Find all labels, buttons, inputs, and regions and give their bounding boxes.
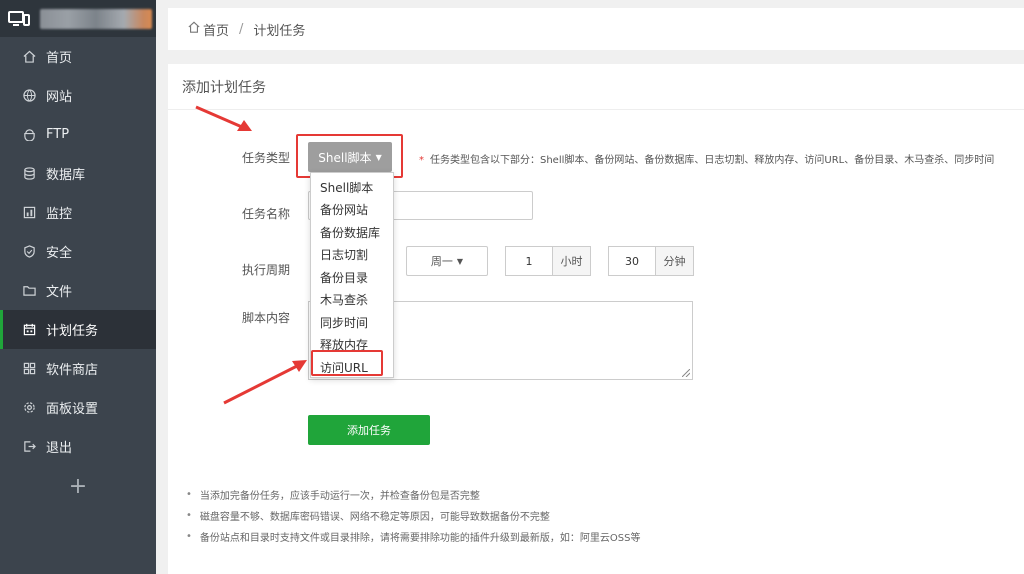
sidebar-item-label: FTP [46, 127, 70, 142]
server-logo-icon [8, 10, 30, 27]
sidebar-item-monitor[interactable]: 监控 [0, 193, 156, 232]
home-icon [22, 50, 36, 64]
dropdown-option-backup-site[interactable]: 备份网站 [311, 199, 393, 222]
logout-icon [22, 440, 36, 454]
highlight-box-url [311, 350, 383, 376]
sidebar-item-label: 软件商店 [46, 363, 99, 378]
sidebar-item-database[interactable]: 数据库 [0, 154, 156, 193]
server-address-blurred [40, 8, 152, 29]
add-task-button[interactable]: 添加任务 [308, 415, 430, 445]
card-title: 添加计划任务 [168, 64, 1024, 110]
globe-icon [22, 89, 36, 103]
sidebar-item-label: 文件 [46, 285, 73, 300]
sidebar-item-logout[interactable]: 退出 [0, 427, 156, 466]
note-item: 当添加完备份任务，应该手动运行一次，并检查备份包是否完整 [186, 484, 640, 505]
task-type-label: 任务类型 [242, 151, 291, 165]
add-shortcut-button[interactable]: + [0, 468, 156, 504]
grid-icon [22, 362, 36, 376]
sidebar-item-label: 监控 [46, 207, 73, 222]
add-task-card: 添加计划任务 任务类型 Shell脚本 ▼ * 任务类型包含以下部分：Shell脚本… [168, 64, 1024, 574]
task-name-label: 任务名称 [242, 207, 291, 221]
period-hour-input[interactable]: 1 [505, 246, 553, 276]
sidebar-item-label: 计划任务 [46, 324, 99, 339]
sidebar-item-label: 网站 [46, 90, 73, 105]
sidebar-item-settings[interactable]: 面板设置 [0, 388, 156, 427]
calendar-icon [22, 323, 36, 337]
note-item: 磁盘容量不够、数据库密码错误、网络不稳定等原因，可能导致数据备份不完整 [186, 505, 640, 526]
monitor-icon [22, 206, 36, 220]
shield-icon [22, 245, 36, 259]
sidebar-item-files[interactable]: 文件 [0, 271, 156, 310]
database-icon [22, 167, 36, 181]
period-hour-unit: 小时 [552, 246, 591, 276]
period-label: 执行周期 [242, 263, 291, 277]
notes-list: 当添加完备份任务，应该手动运行一次，并检查备份包是否完整 磁盘容量不够、数据库密… [186, 484, 641, 547]
gear-icon [22, 401, 36, 415]
dropdown-option-trojan-scan[interactable]: 木马查杀 [311, 289, 393, 312]
breadcrumb-current: 计划任务 [253, 23, 306, 39]
dropdown-option-backup-dir[interactable]: 备份目录 [311, 266, 393, 289]
sidebar-item-security[interactable]: 安全 [0, 232, 156, 271]
period-minute-input[interactable]: 30 [608, 246, 656, 276]
sidebar-item-label: 安全 [46, 246, 73, 261]
task-type-hint: * 任务类型包含以下部分：Shell脚本、备份网站、备份数据库、日志切割、释放内存… [419, 151, 994, 166]
required-star: * [419, 155, 424, 166]
home-icon [188, 21, 200, 37]
note-item: 备份站点和目录时支持文件或目录排除，请将需要排除功能的插件升级到最新版，如：阿里… [186, 526, 641, 547]
main-content: 首页 / 计划任务 添加计划任务 任务类型 Shell脚本 ▼ * 任务类型包含以下… [168, 8, 1024, 574]
task-type-dropdown: Shell脚本 备份网站 备份数据库 日志切割 备份目录 木马查杀 同步时间 释… [310, 172, 394, 378]
breadcrumb-separator: / [239, 21, 244, 37]
period-week-select[interactable]: 周一 ▼ [406, 246, 488, 276]
sidebar-item-cron[interactable]: 计划任务 [0, 310, 156, 349]
sidebar-item-label: 退出 [46, 441, 73, 456]
dropdown-option-log-rotate[interactable]: 日志切割 [311, 244, 393, 267]
sidebar-item-home[interactable]: 首页 [0, 37, 156, 76]
sidebar-item-website[interactable]: 网站 [0, 76, 156, 115]
script-label: 脚本内容 [242, 311, 291, 325]
caret-down-icon: ▼ [456, 256, 464, 266]
dropdown-option-shell[interactable]: Shell脚本 [311, 176, 393, 199]
task-type-hint-text: 任务类型包含以下部分：Shell脚本、备份网站、备份数据库、日志切割、释放内存、… [430, 155, 995, 166]
dropdown-option-sync-time[interactable]: 同步时间 [311, 311, 393, 334]
breadcrumb-home[interactable]: 首页 [203, 20, 229, 39]
period-minute-unit: 分钟 [655, 246, 694, 276]
brand-bar [0, 0, 156, 37]
dropdown-option-backup-db[interactable]: 备份数据库 [311, 221, 393, 244]
resize-handle-icon[interactable] [682, 369, 690, 377]
sidebar-item-label: 面板设置 [46, 402, 99, 417]
folder-icon [22, 284, 36, 298]
sidebar-nav: 首页 网站 FTP 数据库 监控 安全 文件 计划任务 软件商店 面板设置 退出 [0, 37, 156, 466]
sidebar-item-store[interactable]: 软件商店 [0, 349, 156, 388]
ftp-icon [22, 128, 36, 142]
sidebar-item-label: 首页 [46, 51, 73, 66]
breadcrumb: 首页 / 计划任务 [168, 8, 1024, 50]
sidebar: 首页 网站 FTP 数据库 监控 安全 文件 计划任务 软件商店 面板设置 退出… [0, 0, 156, 574]
sidebar-item-label: 数据库 [46, 168, 86, 183]
sidebar-item-ftp[interactable]: FTP [0, 115, 156, 154]
period-week-value: 周一 [430, 255, 453, 268]
